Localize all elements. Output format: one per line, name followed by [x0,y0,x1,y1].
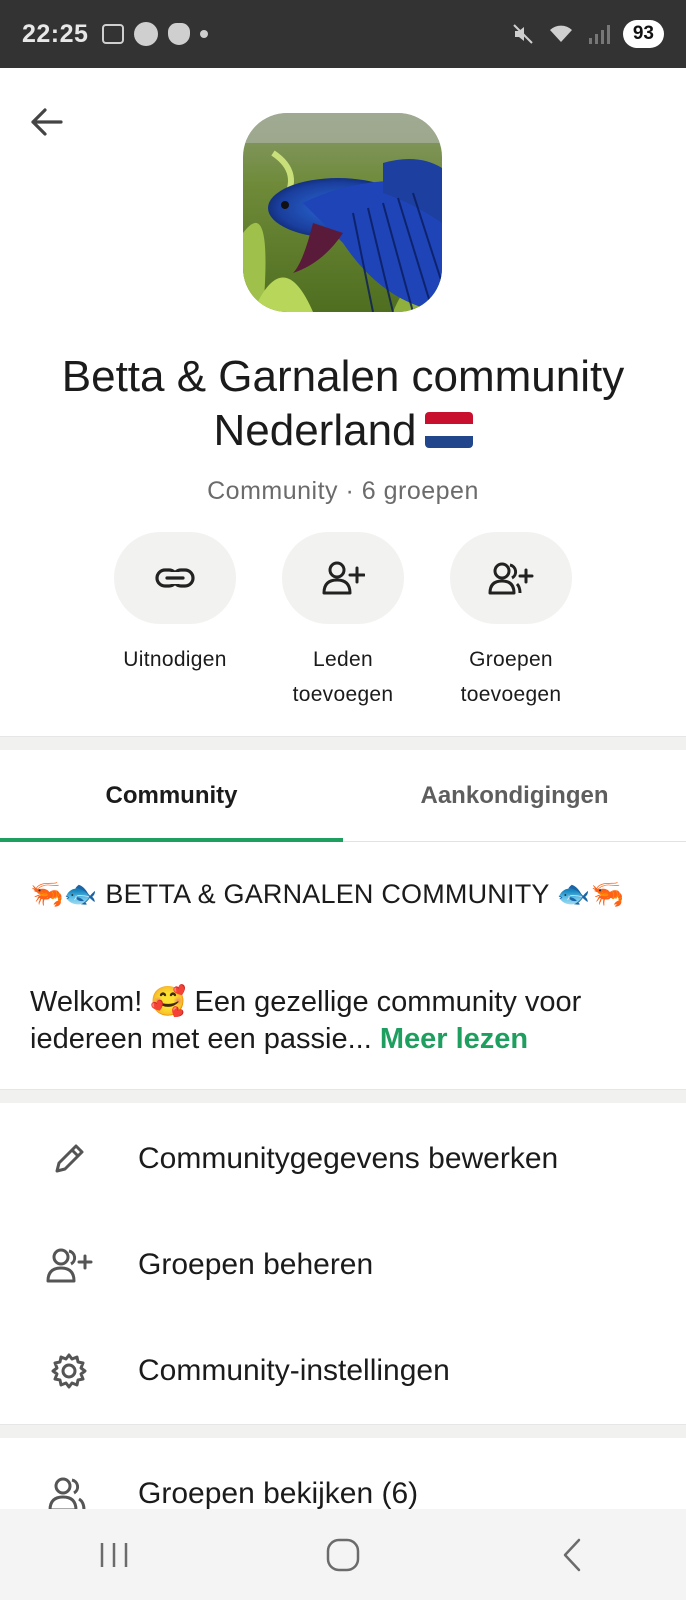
read-more-link[interactable]: Meer lezen [380,1023,528,1055]
add-groups-button[interactable] [450,532,572,624]
menu-label: Communitygegevens bewerken [138,1142,559,1175]
menu-label: Groepen beheren [138,1248,374,1281]
add-group-icon [488,562,534,595]
back-chevron-icon [563,1538,580,1571]
menu-label: Groepen bekijken (6) [138,1477,419,1510]
community-settings-item[interactable]: Community-instellingen [0,1321,686,1421]
add-members-button[interactable] [282,532,404,624]
tab-community[interactable]: Community [0,750,343,842]
status-time: 22:25 [22,19,89,48]
community-subtitle: Community · 6 groepen [207,477,479,505]
add-groups-action[interactable]: Groepen toevoegen [436,532,586,712]
community-title: Betta & Garnalen community Nederland [0,350,686,458]
community-description: Welkom! 🥰 Een gezellige community voor i… [30,984,660,1058]
notification-icons [102,22,209,46]
back-button[interactable] [24,100,68,144]
link-icon [155,568,195,588]
screenshot-icon [102,24,125,44]
battery-indicator: 93 [622,20,664,48]
invite-action[interactable]: Uitnodigen [100,532,250,677]
shrimp-emoji: 🦐 [590,879,625,909]
community-title-line1: Betta & Garnalen community [61,352,625,401]
netherlands-flag-icon [424,412,473,448]
section-divider [0,736,686,750]
fish-emoji: 🐟 [556,879,591,909]
edit-community-item[interactable]: Communitygegevens bewerken [0,1109,686,1209]
system-icons: 93 [511,20,664,48]
signal-icon [588,25,610,44]
recent-apps-icon [101,1542,128,1567]
back-nav-button[interactable] [527,1525,617,1585]
more-notifications-dot [200,30,209,38]
invite-button[interactable] [114,532,236,624]
community-avatar[interactable] [243,113,442,312]
fish-emoji: 🐟 [63,879,98,909]
community-description-title: 🦐🐟 BETTA & GARNALEN COMMUNITY 🐟🦐 [30,876,660,912]
status-bar: 22:25 93 [0,0,686,68]
description-title-text: BETTA & GARNALEN COMMUNITY [105,879,550,909]
tab-announcements[interactable]: Aankondigingen [343,750,686,841]
community-title-line2-wrapper: Nederland [0,404,686,458]
invite-label: Uitnodigen [123,648,227,671]
menu-label: Community-instellingen [138,1354,450,1387]
section-divider [0,1424,686,1438]
section-divider [0,1089,686,1103]
app-notification-icon [134,22,159,46]
system-nav-bar [0,1509,686,1600]
add-members-label: Leden toevoegen [292,648,394,706]
manage-groups-item[interactable]: Groepen beheren [0,1215,686,1315]
groups-icon [48,1477,86,1512]
arrow-left-icon [31,108,63,136]
tab-bar: Community Aankondigingen [0,750,686,842]
bug-icon [168,23,191,45]
add-member-icon [322,561,365,595]
add-groups-label: Groepen toevoegen [460,648,562,706]
add-members-action[interactable]: Leden toevoegen [268,532,418,712]
recent-apps-button[interactable] [69,1525,159,1585]
wifi-icon [549,25,572,42]
shrimp-emoji: 🦐 [30,879,64,909]
betta-fish-image [243,113,442,312]
community-title-line2: Nederland [213,406,417,455]
home-icon [326,1538,360,1571]
pencil-icon [55,1144,84,1173]
mute-icon [513,24,533,44]
manage-groups-icon [46,1248,93,1283]
gear-icon [51,1353,87,1389]
home-button[interactable] [298,1525,388,1585]
